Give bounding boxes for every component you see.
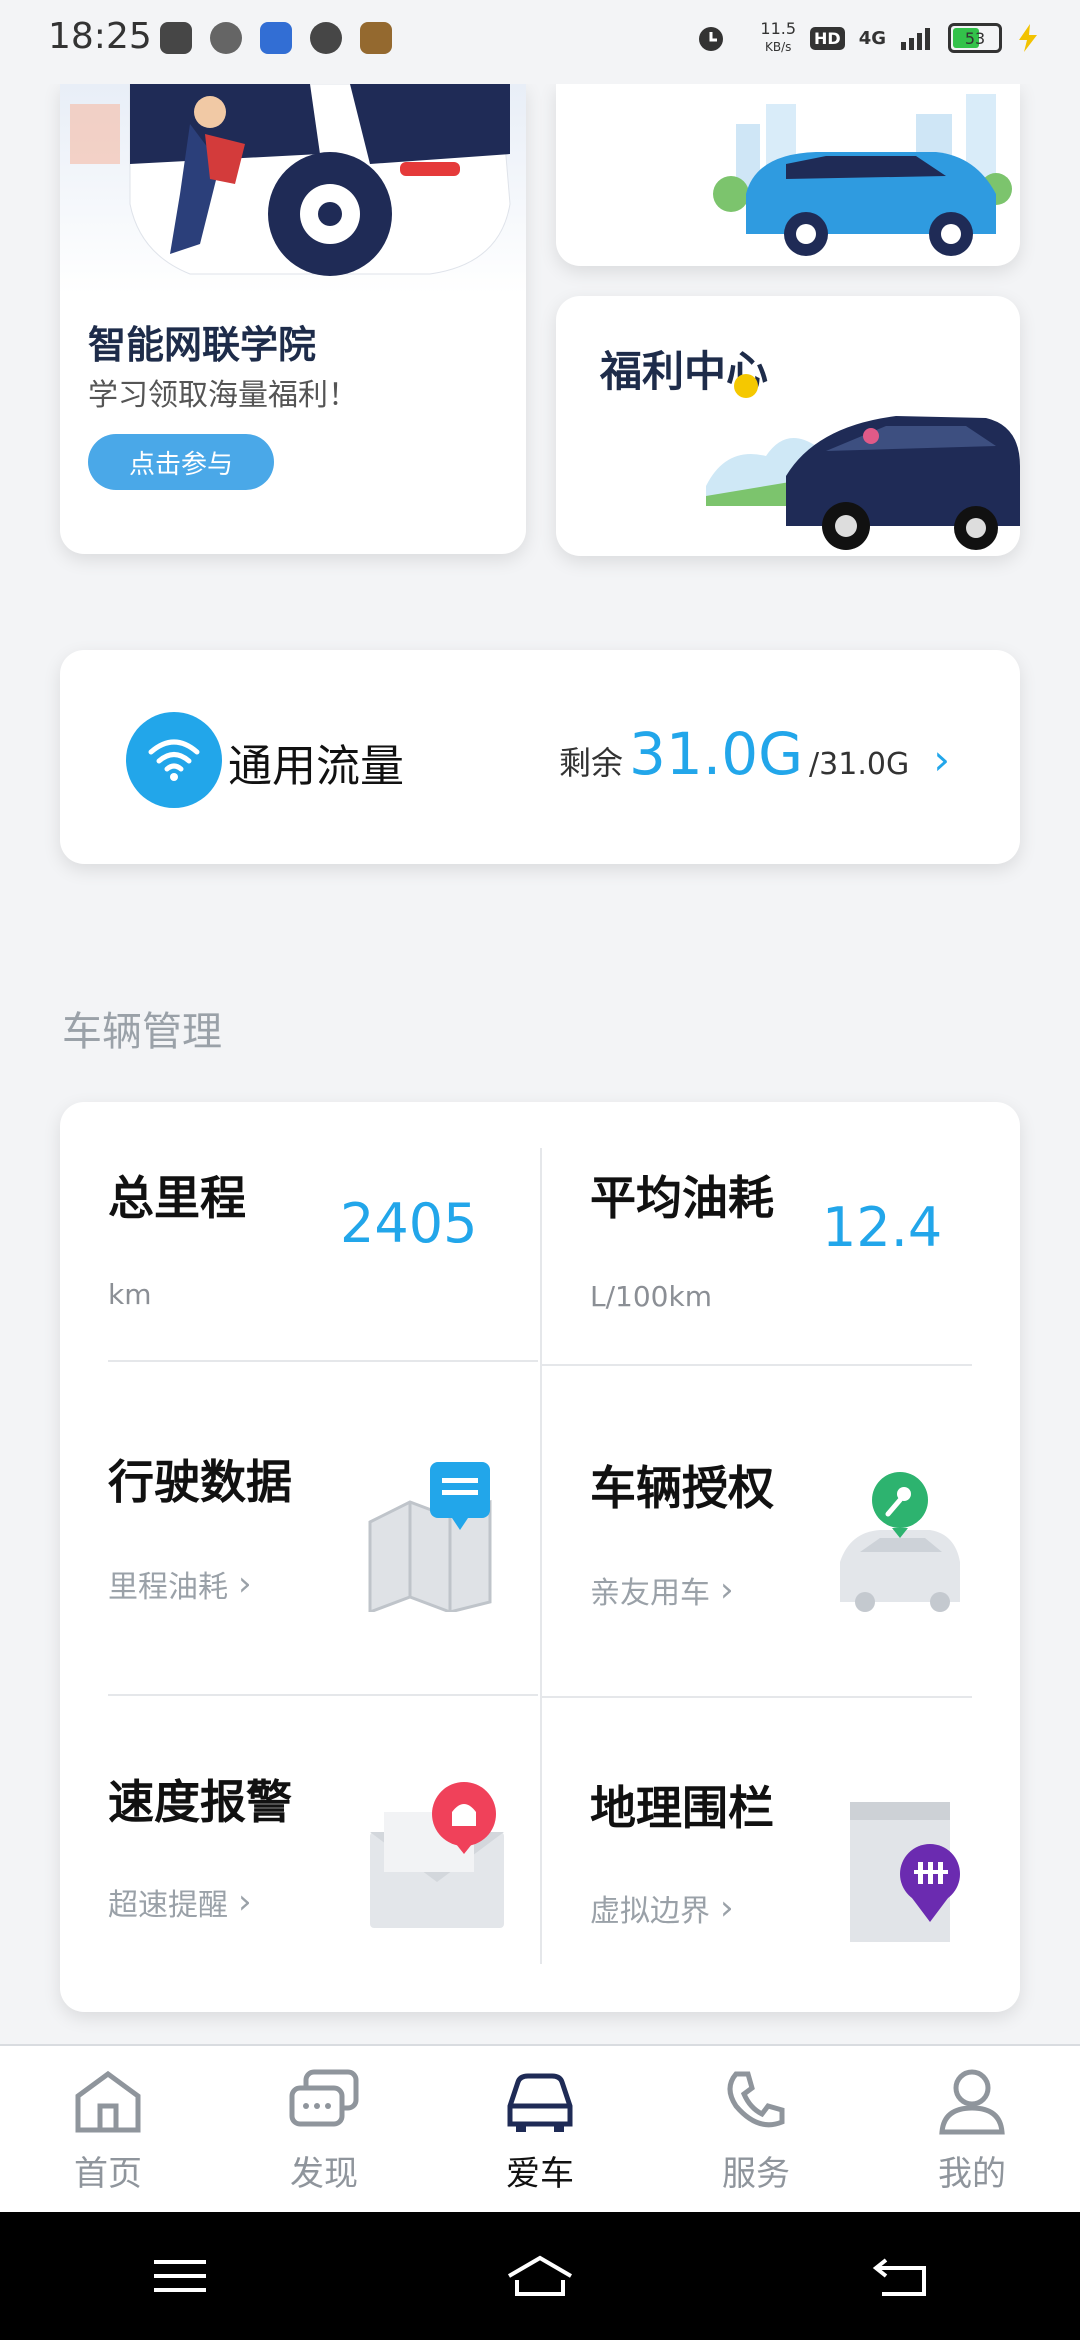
net-speed: 11.5 KB/s xyxy=(760,20,796,56)
geofence-title: 地理围栏 xyxy=(590,1781,774,1835)
tab-service[interactable]: 服务 xyxy=(666,2066,846,2195)
menu-icon xyxy=(154,2260,206,2292)
net-speed-unit: KB/s xyxy=(765,40,792,54)
battery-icon: 53 xyxy=(948,23,1002,53)
data-plan-card[interactable]: 通用流量 剩余 31.0G /31.0G › xyxy=(60,650,1020,864)
total-mileage-value: 2405 xyxy=(340,1192,478,1255)
status-bar: 18:25 11.5 KB/s HD 4G 53 xyxy=(0,0,1080,84)
hd-badge: HD xyxy=(810,26,845,50)
grid-divider xyxy=(108,1360,538,1362)
tab-me[interactable]: 我的 xyxy=(882,2066,1062,2195)
phone-icon xyxy=(727,2071,785,2127)
car-key-icon xyxy=(840,1472,960,1612)
geofence-link-label: 虚拟边界 xyxy=(590,1894,710,1929)
vehicle-authorization-link[interactable]: 亲友用车 › xyxy=(590,1568,734,1612)
driving-data-link[interactable]: 里程油耗 › xyxy=(108,1562,252,1606)
avg-fuel-unit: L/100km xyxy=(590,1280,712,1313)
section-title-vehicle-management: 车辆管理 xyxy=(62,1009,222,1055)
alarm-envelope-icon xyxy=(370,1782,504,1928)
tab-me-label: 我的 xyxy=(938,2153,1006,2194)
wifi-icon xyxy=(126,712,222,808)
network-label: 4G xyxy=(858,27,886,49)
remain-total: /31.0G xyxy=(809,747,910,782)
vehicle-authorization-link-label: 亲友用车 xyxy=(590,1576,710,1611)
chevron-right-icon: › xyxy=(238,1882,252,1922)
speed-alarm-link-label: 超速提醒 xyxy=(108,1888,228,1923)
charging-icon xyxy=(1019,24,1037,52)
benefit-car-illustration xyxy=(706,374,1020,550)
chevron-right-icon: › xyxy=(933,735,950,784)
battery-level: 53 xyxy=(964,28,986,48)
promo-academy-title: 智能网联学院 xyxy=(88,323,317,367)
scroll-content[interactable]: 智能网联学院 学习领取海量福利！ 点击参与 福利中心 通用流量 剩余 31.0G… xyxy=(0,84,1080,2044)
weibo-icon xyxy=(210,22,242,54)
data-plan-label: 通用流量 xyxy=(228,741,404,792)
tab-home-label: 首页 xyxy=(74,2153,142,2194)
promo-academy-illustration xyxy=(60,84,526,294)
app-badge-icon xyxy=(360,22,392,54)
signal-icon xyxy=(901,28,930,50)
promo-card-academy[interactable]: 智能网联学院 学习领取海量福利！ 点击参与 xyxy=(60,84,526,554)
app-a-icon xyxy=(260,22,292,54)
alarm-icon xyxy=(699,27,724,51)
map-icon xyxy=(368,1462,492,1612)
total-mileage-title: 总里程 xyxy=(108,1171,246,1225)
tab-my-car-label: 爱车 xyxy=(506,2153,574,2194)
tab-service-label: 服务 xyxy=(722,2153,790,2194)
home-icon xyxy=(75,2070,141,2132)
tab-home[interactable]: 首页 xyxy=(18,2066,198,2195)
remain-value: 31.0G xyxy=(628,720,804,788)
promo-card-top-right[interactable] xyxy=(556,84,1020,266)
avg-fuel-value: 12.4 xyxy=(822,1196,943,1259)
driving-data-link-label: 里程油耗 xyxy=(108,1570,228,1605)
join-button[interactable]: 点击参与 xyxy=(88,434,274,490)
message-icon xyxy=(310,22,342,54)
speed-alarm-link[interactable]: 超速提醒 › xyxy=(108,1880,252,1924)
tab-my-car[interactable]: 爱车 xyxy=(450,2066,630,2195)
status-right: 11.5 KB/s HD 4G 53 xyxy=(694,20,1040,56)
total-mileage-unit: km xyxy=(108,1278,152,1311)
tab-discover[interactable]: 发现 xyxy=(234,2066,414,2195)
promo-card-benefit-center[interactable]: 福利中心 xyxy=(556,296,1020,556)
remain-prefix: 剩余 xyxy=(558,744,623,782)
tab-discover-label: 发现 xyxy=(290,2153,358,2194)
promo-top-right-illustration xyxy=(713,94,1012,256)
home-outline-icon xyxy=(507,2255,573,2296)
grid-divider-vertical xyxy=(540,1148,542,1964)
bottom-tab-bar: 首页 发现 爱车 服务 我的 xyxy=(0,2044,1080,2214)
promo-academy-subtitle: 学习领取海量福利！ xyxy=(88,378,358,413)
chat-bubbles-icon xyxy=(289,2069,359,2126)
net-speed-value: 11.5 xyxy=(760,19,797,38)
back-button[interactable] xyxy=(840,2246,960,2306)
back-icon xyxy=(872,2258,926,2296)
menu-button[interactable] xyxy=(120,2246,240,2306)
grid-divider xyxy=(542,1696,972,1698)
grid-divider xyxy=(108,1694,538,1696)
avg-fuel-title: 平均油耗 xyxy=(590,1171,774,1225)
geofence-link[interactable]: 虚拟边界 › xyxy=(590,1886,734,1930)
user-icon xyxy=(939,2069,1005,2134)
chevron-right-icon: › xyxy=(238,1564,252,1604)
grid-divider xyxy=(542,1364,972,1366)
home-button[interactable] xyxy=(480,2246,600,2306)
chevron-right-icon: › xyxy=(720,1888,734,1928)
chevron-right-icon: › xyxy=(720,1570,734,1610)
geofence-pin-icon xyxy=(850,1802,960,1942)
vehicle-management-card: 总里程 2405 km 平均油耗 12.4 L/100km 行驶数据 里程油耗 › xyxy=(60,1102,1020,2012)
system-nav-bar xyxy=(0,2212,1080,2340)
status-time: 18:25 xyxy=(48,16,152,57)
notification-icons xyxy=(160,22,392,54)
car-icon xyxy=(507,2073,573,2132)
speed-alarm-title: 速度报警 xyxy=(108,1775,292,1829)
driving-data-title: 行驶数据 xyxy=(108,1455,292,1509)
data-plan-remaining[interactable]: 剩余 31.0G /31.0G › xyxy=(559,720,950,788)
vehicle-authorization-title: 车辆授权 xyxy=(590,1461,774,1515)
music-icon xyxy=(160,22,192,54)
